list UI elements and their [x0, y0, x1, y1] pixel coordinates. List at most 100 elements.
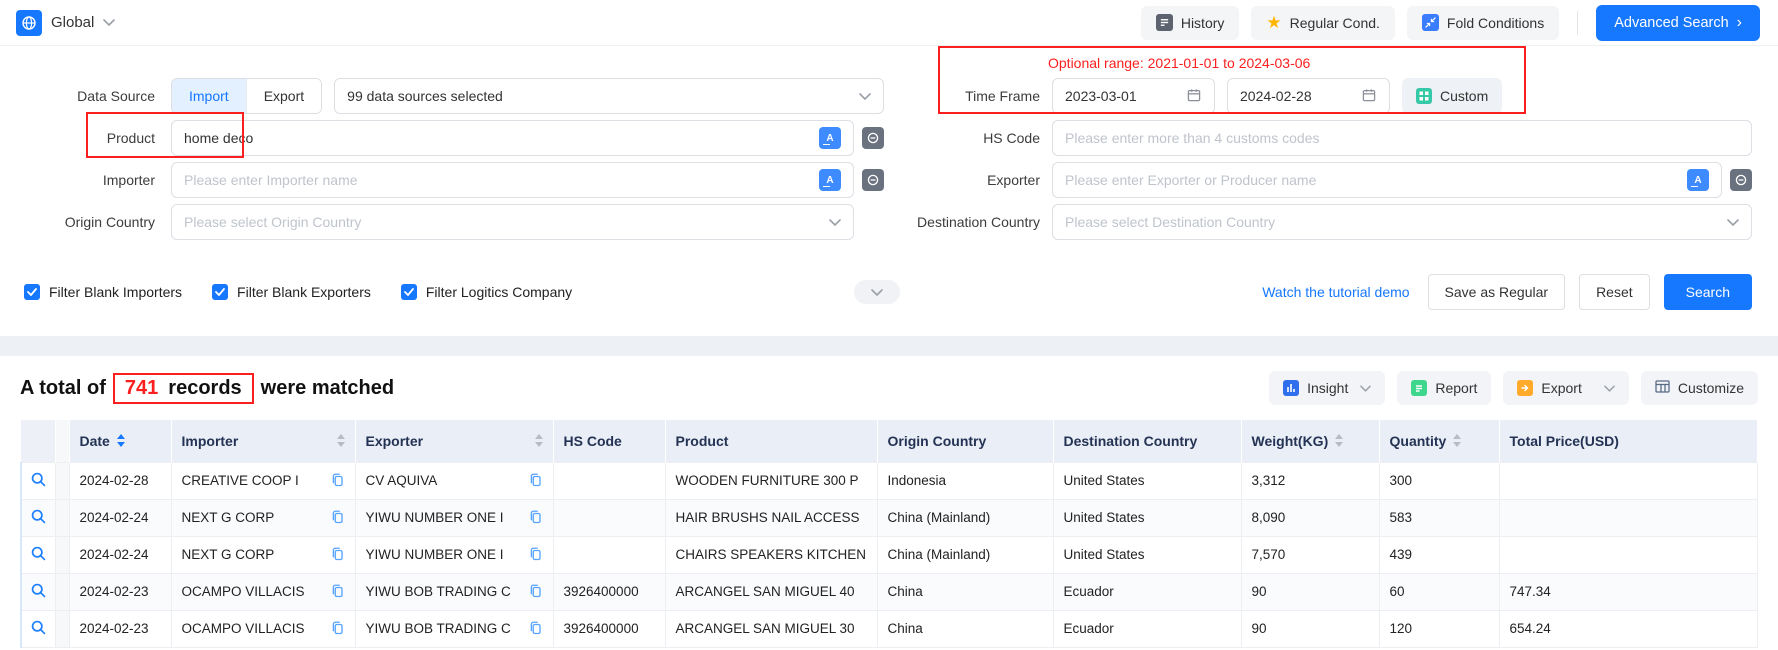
record-count: 741	[125, 377, 158, 400]
sort-icon[interactable]	[337, 434, 345, 447]
cell-weight: 3,312	[1241, 462, 1379, 499]
filter-blank-importers-checkbox[interactable]: Filter Blank Importers	[24, 284, 182, 300]
importer-input[interactable]	[184, 172, 819, 188]
report-button[interactable]: Report	[1397, 371, 1491, 405]
filter-blank-exporters-checkbox[interactable]: Filter Blank Exporters	[212, 284, 371, 300]
cell-exporter: YIWU BOB TRADING C	[355, 573, 553, 610]
cell-origin: China	[877, 573, 1053, 610]
reset-button[interactable]: Reset	[1579, 274, 1650, 310]
cell-origin: China (Mainland)	[877, 536, 1053, 573]
copy-icon[interactable]	[330, 509, 345, 527]
divider	[1577, 11, 1578, 35]
copy-icon[interactable]	[528, 546, 543, 564]
calendar-icon[interactable]	[1186, 87, 1202, 106]
filter-logitics-company-checkbox[interactable]: Filter Logitics Company	[401, 284, 572, 300]
cell-total-price	[1499, 462, 1758, 499]
cell-importer: OCAMPO VILLACIS	[171, 610, 355, 647]
hs-code-input[interactable]	[1065, 130, 1739, 146]
cell-quantity: 439	[1379, 536, 1499, 573]
region-label: Global	[51, 14, 94, 31]
export-tab[interactable]: Export	[246, 79, 321, 113]
cell-hs-code	[553, 536, 665, 573]
date-end-input[interactable]: 2024-02-28	[1227, 78, 1390, 114]
match-mode-icon[interactable]	[862, 169, 884, 191]
calendar-icon[interactable]	[1361, 87, 1377, 106]
time-frame-label: Time Frame	[884, 88, 1040, 104]
hs-code-field	[1052, 120, 1752, 156]
copy-icon[interactable]	[528, 509, 543, 527]
custom-range-button[interactable]: Custom	[1402, 78, 1502, 114]
row-strip-cell	[55, 536, 69, 573]
cell-product: WOODEN FURNITURE 300 P	[665, 462, 877, 499]
view-detail-icon[interactable]	[30, 550, 47, 565]
checkbox-checked-icon	[212, 284, 228, 300]
advanced-search-button[interactable]: Advanced Search ›	[1596, 5, 1760, 41]
translate-icon[interactable]: A	[1687, 169, 1709, 191]
collapse-form-button[interactable]	[854, 280, 900, 304]
copy-icon[interactable]	[528, 583, 543, 601]
data-source-label: Data Source	[0, 88, 155, 104]
sort-icon[interactable]	[535, 434, 543, 447]
copy-icon[interactable]	[330, 546, 345, 564]
data-source-toggle: Import Export	[171, 78, 322, 114]
export-button[interactable]: Export	[1503, 371, 1628, 405]
cell-weight: 7,570	[1241, 536, 1379, 573]
chevron-down-icon[interactable]	[1604, 385, 1615, 392]
fold-conditions-button[interactable]: Fold Conditions	[1407, 6, 1559, 40]
view-detail-icon[interactable]	[30, 624, 47, 639]
exporter-field: A	[1052, 162, 1722, 198]
copy-icon[interactable]	[528, 620, 543, 638]
date-start-input[interactable]: 2023-03-01	[1052, 78, 1215, 114]
customize-button[interactable]: Customize	[1641, 371, 1758, 405]
cell-total-price: 747.34	[1499, 573, 1758, 610]
cell-product: ARCANGEL SAN MIGUEL 40	[665, 573, 877, 610]
exporter-label: Exporter	[884, 172, 1040, 188]
origin-country-label: Origin Country	[0, 214, 155, 230]
view-detail-icon[interactable]	[30, 513, 47, 528]
cell-total-price	[1499, 536, 1758, 573]
column-header-quantity[interactable]: Quantity	[1379, 420, 1499, 462]
import-tab[interactable]: Import	[172, 79, 246, 113]
match-mode-icon[interactable]	[862, 127, 884, 149]
cell-origin: China	[877, 610, 1053, 647]
translate-icon[interactable]: A	[819, 169, 841, 191]
sort-icon[interactable]	[1453, 434, 1461, 447]
copy-icon[interactable]	[330, 620, 345, 638]
translate-icon[interactable]: A	[819, 127, 841, 149]
exporter-input[interactable]	[1065, 172, 1687, 188]
search-button[interactable]: Search	[1664, 274, 1752, 310]
sort-icon[interactable]	[117, 434, 125, 447]
region-selector[interactable]: Global	[16, 10, 115, 36]
copy-icon[interactable]	[528, 472, 543, 490]
save-as-regular-button[interactable]: Save as Regular	[1428, 274, 1566, 310]
tutorial-link[interactable]: Watch the tutorial demo	[1262, 284, 1409, 300]
view-detail-icon[interactable]	[30, 587, 47, 602]
importer-field: A	[171, 162, 854, 198]
column-header-exporter[interactable]: Exporter	[355, 420, 553, 462]
origin-country-select[interactable]: Please select Origin Country	[171, 204, 854, 240]
row-strip-cell	[55, 499, 69, 536]
history-icon	[1156, 14, 1173, 31]
topbar: Global History ★ Regular Cond. Fold Cond…	[0, 0, 1778, 46]
results-table: Date Importer Exporter HS Code Product O…	[20, 420, 1758, 648]
data-sources-select[interactable]: 99 data sources selected	[334, 78, 884, 114]
insight-button[interactable]: Insight	[1269, 371, 1385, 405]
importer-label: Importer	[0, 172, 155, 188]
view-detail-icon[interactable]	[30, 476, 47, 491]
product-input[interactable]	[184, 130, 819, 146]
chevron-down-icon	[871, 289, 883, 296]
column-header-weight[interactable]: Weight(KG)	[1241, 420, 1379, 462]
history-label: History	[1181, 15, 1225, 31]
column-header-product: Product	[665, 420, 877, 462]
sort-icon[interactable]	[1335, 434, 1343, 447]
regular-cond-button[interactable]: ★ Regular Cond.	[1251, 6, 1395, 40]
copy-icon[interactable]	[330, 583, 345, 601]
copy-icon[interactable]	[330, 472, 345, 490]
column-header-importer[interactable]: Importer	[171, 420, 355, 462]
destination-country-select[interactable]: Please select Destination Country	[1052, 204, 1752, 240]
cell-quantity: 120	[1379, 610, 1499, 647]
history-button[interactable]: History	[1141, 6, 1240, 40]
match-mode-icon[interactable]	[1730, 169, 1752, 191]
cell-destination: United States	[1053, 462, 1241, 499]
column-header-date[interactable]: Date	[69, 420, 171, 462]
